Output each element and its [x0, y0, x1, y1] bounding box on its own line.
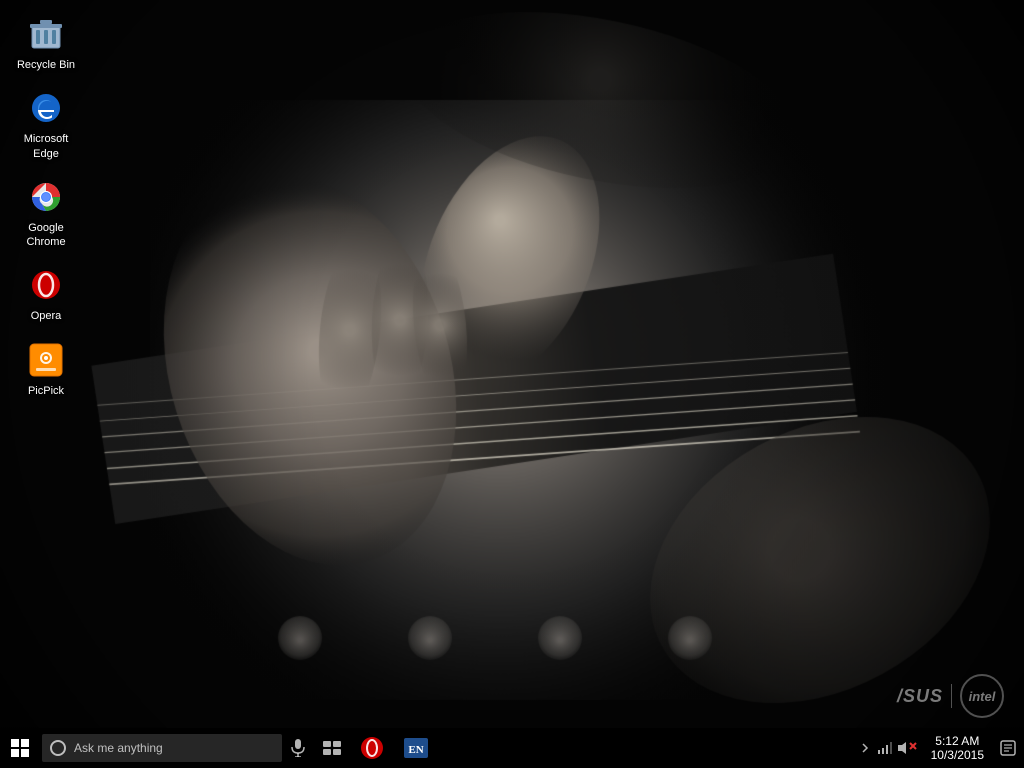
- task-view-button[interactable]: [314, 728, 350, 768]
- microphone-icon: [291, 739, 305, 757]
- task-view-icon: [323, 741, 341, 755]
- recycle-bin-label: Recycle Bin: [17, 58, 75, 72]
- svg-text:EN: EN: [408, 744, 423, 756]
- opera-icon: [26, 265, 66, 305]
- taskbar-app-opera[interactable]: [350, 728, 394, 768]
- desktop-icon-google-chrome[interactable]: Google Chrome: [8, 171, 84, 256]
- taskbar: Ask me anything: [0, 728, 1024, 768]
- intel-logo: intel: [960, 674, 1004, 718]
- google-chrome-icon: [26, 177, 66, 217]
- microsoft-edge-icon: [26, 88, 66, 128]
- volume-muted-icon: [898, 741, 920, 755]
- desktop: Recycle Bin Microsoft Edge: [0, 0, 1024, 768]
- show-hidden-icons-button[interactable]: [855, 728, 875, 768]
- volume-icon-button[interactable]: [895, 728, 923, 768]
- network-icon: [877, 742, 893, 754]
- search-bar[interactable]: Ask me anything: [42, 734, 282, 762]
- clock-area[interactable]: 5:12 AM 10/3/2015: [923, 728, 992, 768]
- logo-divider: [951, 684, 952, 708]
- desktop-icon-opera[interactable]: Opera: [8, 259, 84, 329]
- microsoft-edge-label: Microsoft Edge: [12, 132, 80, 161]
- system-tray: 5:12 AM 10/3/2015: [855, 728, 1024, 768]
- google-chrome-label: Google Chrome: [12, 221, 80, 250]
- clock-time: 5:12 AM: [935, 734, 979, 748]
- network-icon-button[interactable]: [875, 728, 895, 768]
- recycle-bin-icon: [26, 14, 66, 54]
- taskbar-opera-icon: [360, 736, 384, 760]
- action-center-button[interactable]: [992, 728, 1024, 768]
- brand-logos: /SUS intel: [897, 674, 1004, 718]
- taskbar-apps: EN: [350, 728, 855, 768]
- taskbar-app-language[interactable]: EN: [394, 728, 438, 768]
- picpick-icon: [26, 340, 66, 380]
- desktop-icons: Recycle Bin Microsoft Edge: [8, 8, 84, 404]
- language-icon: EN: [404, 738, 428, 758]
- search-circle-icon: [50, 740, 66, 756]
- action-center-icon: [1000, 740, 1016, 756]
- desktop-icon-microsoft-edge[interactable]: Microsoft Edge: [8, 82, 84, 167]
- desktop-icon-picpick[interactable]: PicPick: [8, 334, 84, 404]
- chevron-up-icon: [861, 742, 869, 754]
- windows-logo-icon: [11, 739, 29, 757]
- search-placeholder: Ask me anything: [74, 741, 163, 755]
- clock-date: 10/3/2015: [931, 748, 984, 762]
- opera-label: Opera: [31, 309, 62, 323]
- start-button[interactable]: [0, 728, 40, 768]
- wallpaper: [0, 0, 1024, 768]
- asus-logo: /SUS: [897, 686, 943, 707]
- picpick-label: PicPick: [28, 384, 64, 398]
- cortana-mic-button[interactable]: [282, 728, 314, 768]
- desktop-icon-recycle-bin[interactable]: Recycle Bin: [8, 8, 84, 78]
